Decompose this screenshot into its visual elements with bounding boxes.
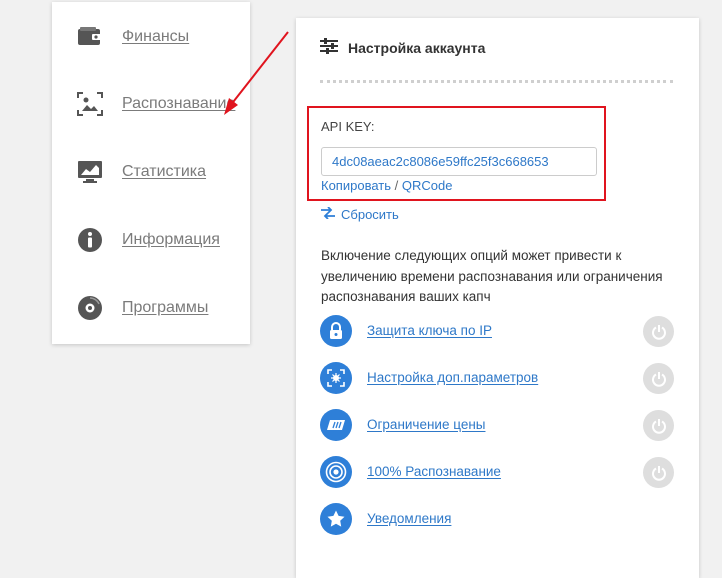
option-extra-params: Настройка доп.параметров — [320, 362, 680, 396]
wallet-icon — [76, 23, 104, 51]
image-scan-icon — [76, 90, 104, 118]
info-icon — [76, 226, 104, 254]
disc-icon — [76, 294, 104, 322]
option-link[interactable]: 100% Распознавание — [367, 464, 501, 479]
power-toggle-icon[interactable] — [643, 457, 674, 488]
power-toggle-icon[interactable] — [643, 410, 674, 441]
lock-icon — [320, 315, 352, 347]
api-key-label: API KEY: — [321, 119, 375, 134]
sidebar-menu: Финансы Распознавание Статистика Информа… — [52, 2, 250, 344]
sidebar-item-label: Информация — [122, 231, 220, 248]
focus-icon — [320, 362, 352, 394]
sidebar-item-label: Программы — [122, 299, 209, 316]
sidebar-item-programs[interactable]: Программы — [52, 288, 250, 328]
panel-header: Настройка аккаунта — [320, 37, 486, 59]
sidebar-item-recognition[interactable]: Распознавание — [52, 84, 250, 124]
star-icon — [320, 503, 352, 535]
panel-title: Настройка аккаунта — [348, 40, 486, 56]
option-price-limit: Ограничение цены — [320, 409, 680, 443]
reset-link[interactable]: Сбросить — [341, 207, 399, 222]
option-link[interactable]: Защита ключа по IP — [367, 323, 492, 338]
separator: / — [391, 178, 402, 193]
swap-arrows-icon — [321, 206, 335, 222]
api-key-actions: Копировать / QRCode — [321, 178, 452, 193]
sidebar-item-finance[interactable]: Финансы — [52, 17, 250, 57]
monitor-chart-icon — [76, 158, 104, 186]
option-notifications: Уведомления — [320, 503, 680, 537]
reset-key-row[interactable]: Сбросить — [321, 206, 399, 222]
api-key-input[interactable] — [321, 147, 597, 176]
option-link[interactable]: Настройка доп.параметров — [367, 370, 538, 385]
sidebar-item-label: Статистика — [122, 163, 207, 180]
sidebar-item-label: Финансы — [122, 28, 190, 45]
options-warning: Включение следующих опций может привести… — [321, 248, 663, 304]
option-ip-protection: Защита ключа по IP — [320, 315, 680, 349]
account-settings-panel: Настройка аккаунта API KEY: Копировать /… — [296, 18, 699, 578]
qrcode-link[interactable]: QRCode — [402, 178, 453, 193]
power-toggle-icon[interactable] — [643, 363, 674, 394]
power-toggle-icon[interactable] — [643, 316, 674, 347]
option-link[interactable]: Ограничение цены — [367, 417, 485, 432]
option-link[interactable]: Уведомления — [367, 511, 451, 526]
sidebar-item-statistics[interactable]: Статистика — [52, 152, 250, 192]
sidebar-item-info[interactable]: Информация — [52, 220, 250, 260]
divider — [320, 80, 673, 83]
sliders-icon — [320, 37, 338, 59]
sidebar-item-label: Распознавание — [122, 95, 236, 112]
target-icon — [320, 456, 352, 488]
copy-link[interactable]: Копировать — [321, 178, 391, 193]
price-tag-icon — [320, 409, 352, 441]
option-full-recognition: 100% Распознавание — [320, 456, 680, 490]
